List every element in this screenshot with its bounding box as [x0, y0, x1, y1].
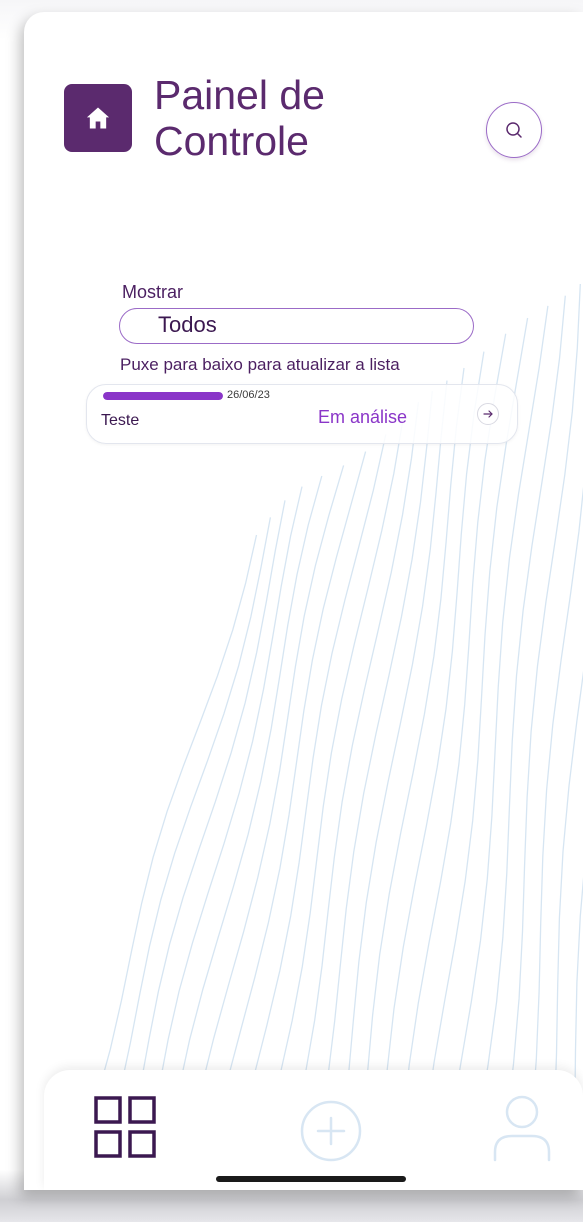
open-item-button[interactable] [477, 403, 499, 425]
filter-select[interactable]: Todos [119, 308, 474, 344]
progress-bar [103, 392, 223, 400]
plus-icon [300, 1100, 362, 1162]
nav-dashboard-button[interactable] [90, 1092, 160, 1162]
home-indicator [216, 1176, 406, 1182]
search-button[interactable] [486, 102, 542, 158]
refresh-hint: Puxe para baixo para atualizar a lista [120, 355, 400, 374]
background-waves [63, 283, 583, 1190]
bottom-nav [44, 1070, 583, 1190]
user-icon [493, 1095, 551, 1162]
list-item[interactable]: 26/06/23 Teste Em análise [86, 384, 518, 444]
item-status: Em análise [318, 407, 408, 427]
item-date: 26/06/23 [227, 389, 270, 401]
home-button[interactable] [64, 84, 132, 152]
device-frame: Painel de Controle Mostrar Todos Puxe pa… [0, 0, 583, 1222]
background-wave-line [375, 351, 485, 1190]
nav-profile-button[interactable] [482, 1092, 562, 1166]
home-icon [86, 107, 110, 129]
filter-label: Mostrar [122, 282, 184, 302]
background-wave-line [543, 670, 583, 1190]
nav-add-button[interactable] [296, 1096, 366, 1166]
grid-icon [94, 1096, 156, 1158]
app-screen: Painel de Controle Mostrar Todos Puxe pa… [24, 12, 583, 1190]
search-icon [506, 122, 522, 138]
item-title: Teste [101, 412, 140, 429]
background-wave-line [519, 486, 583, 1190]
background-wave-line [351, 367, 465, 1190]
arrow-right-icon [483, 410, 493, 418]
progress-fill [103, 392, 223, 400]
page-title: Painel de Controle [154, 72, 325, 164]
